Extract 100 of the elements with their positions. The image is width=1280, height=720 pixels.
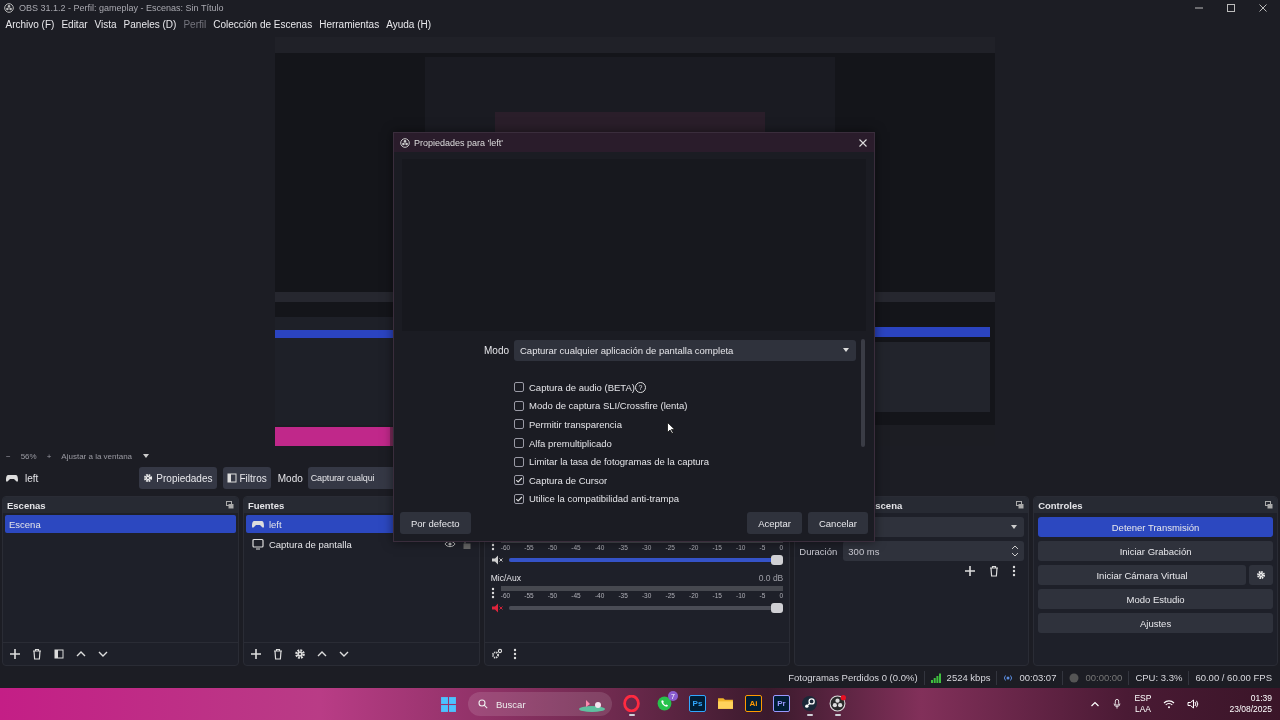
trash-icon[interactable] <box>31 648 43 660</box>
gear-icon <box>1256 570 1266 580</box>
clock[interactable]: 01:39 23/08/2025 <box>1229 693 1272 715</box>
checkbox-label: Permitir transparencia <box>529 419 622 430</box>
close-icon[interactable] <box>1258 3 1268 13</box>
scene-item[interactable]: Escena <box>5 515 236 533</box>
dock-title: scena <box>875 499 903 511</box>
checkbox-label: Captura de audio (BETA) <box>529 381 635 393</box>
dock-title: Fuentes <box>247 499 285 511</box>
opera-icon[interactable] <box>623 695 640 712</box>
spinner-arrows-icon[interactable] <box>1011 544 1020 558</box>
menu-item[interactable]: Herramientas <box>315 19 383 30</box>
menu-item[interactable]: Paneles (D) <box>120 19 180 30</box>
more-options-icon[interactable] <box>512 648 517 660</box>
caret-icon <box>1010 523 1019 531</box>
more-options-icon[interactable] <box>1012 565 1017 577</box>
checkbox-label: Captura de Cursor <box>529 474 608 486</box>
record-time: 00:00:00 <box>1085 672 1123 683</box>
checkbox[interactable] <box>514 419 524 430</box>
bitrate: 2524 kbps <box>946 672 991 683</box>
chevron-up-icon[interactable] <box>1090 699 1101 709</box>
filters-button[interactable]: Filtros <box>222 467 271 489</box>
caret-icon <box>842 346 850 354</box>
gamepad-icon <box>6 472 18 484</box>
checkbox[interactable] <box>514 382 524 393</box>
source-label: Captura de pantalla <box>268 538 352 550</box>
app-icon[interactable]: Ai <box>745 695 762 712</box>
search-field[interactable]: Buscar <box>468 692 612 716</box>
speaker-icon[interactable] <box>1187 698 1200 710</box>
maximize-icon[interactable] <box>1226 3 1236 13</box>
checkbox-label: Alfa premultiplicado <box>529 437 612 449</box>
menu-item[interactable]: Ayuda (H) <box>382 19 435 30</box>
zoom-level: 56% <box>20 451 37 461</box>
obs-icon[interactable] <box>829 695 846 712</box>
control-button[interactable]: Iniciar Grabación <box>1038 541 1273 561</box>
checkbox[interactable] <box>514 400 524 411</box>
zoom-in-button[interactable]: + <box>46 451 52 461</box>
wifi-icon[interactable] <box>1163 698 1176 710</box>
add-icon[interactable] <box>9 648 21 660</box>
menu-item[interactable]: Vista <box>91 19 121 30</box>
control-button[interactable]: Iniciar Cámara Virtual <box>1038 565 1246 585</box>
stream-time: 00:03:07 <box>1019 672 1057 683</box>
undock-icon[interactable] <box>225 501 234 509</box>
dock-title: Escenas <box>7 499 46 511</box>
volume-slider[interactable] <box>508 606 780 610</box>
microphone-icon[interactable] <box>1112 699 1123 709</box>
undock-icon[interactable] <box>1265 501 1273 509</box>
fit-to-window-option[interactable]: Ajustar a la ventana <box>61 451 133 461</box>
settings-button[interactable] <box>1249 565 1273 585</box>
accept-button[interactable]: Aceptar <box>747 512 802 534</box>
dropped-frames: Fotogramas Perdidos 0 (0.0%) <box>788 672 918 683</box>
checkbox[interactable] <box>514 456 524 467</box>
dialog-title: Propiedades para 'left' <box>414 137 503 148</box>
steam-icon[interactable] <box>801 695 818 712</box>
gears-icon[interactable] <box>490 648 503 660</box>
window-title: OBS 31.1.2 - Perfil: gameplay - Escenas: Sin Título <box>19 3 224 13</box>
mode-label: Modo <box>483 344 510 356</box>
speaker-icon[interactable] <box>490 555 503 565</box>
checkbox[interactable] <box>514 475 524 486</box>
source-item[interactable]: Captura de pantalla <box>245 535 477 553</box>
filter-icon[interactable] <box>53 648 65 660</box>
mouse-pointer-icon <box>667 422 675 434</box>
menu-item[interactable]: Colección de Escenas <box>209 19 316 30</box>
cancel-button[interactable]: Cancelar <box>807 512 868 534</box>
folder-icon[interactable] <box>717 695 734 712</box>
duration-field[interactable]: 300 ms <box>843 541 1025 561</box>
windows-start-icon[interactable] <box>440 695 457 713</box>
gamepad-icon <box>251 518 264 530</box>
duration-label: Duración <box>799 545 838 557</box>
app-icon[interactable]: Ps <box>689 695 706 712</box>
caret-icon[interactable] <box>142 452 151 460</box>
properties-button[interactable]: Propiedades <box>139 467 217 489</box>
record-icon <box>1069 672 1080 683</box>
volume-slider[interactable] <box>508 558 780 562</box>
more-options-icon[interactable] <box>490 586 495 599</box>
menu-item[interactable]: Editar <box>57 19 92 30</box>
add-icon[interactable] <box>964 565 977 577</box>
channel-reading: 0.0 dB <box>758 573 784 583</box>
add-icon[interactable] <box>249 648 262 660</box>
trash-icon[interactable] <box>988 565 1001 577</box>
cpu-usage: CPU: 3.3% <box>1135 672 1183 683</box>
checkbox[interactable] <box>514 493 524 504</box>
checkbox[interactable] <box>514 438 524 449</box>
app-icon[interactable]: Pr <box>773 695 790 712</box>
checkbox-label: Modo de captura SLI/Crossfire (lenta) <box>529 400 688 412</box>
zoom-out-button[interactable]: − <box>6 451 11 461</box>
control-button[interactable]: Ajustes <box>1038 613 1273 633</box>
trash-icon[interactable] <box>271 648 284 660</box>
frame-rate: 60.00 / 60.00 FPS <box>1195 672 1272 683</box>
language-indicator[interactable]: ESP LAA <box>1134 693 1152 715</box>
defaults-button[interactable]: Por defecto <box>400 512 471 534</box>
control-button[interactable]: Detener Transmisión <box>1038 517 1273 537</box>
menu-item[interactable]: Archivo (F) <box>2 19 58 30</box>
settings-icon[interactable] <box>293 648 306 660</box>
undock-icon[interactable] <box>1016 501 1025 509</box>
mode-dropdown[interactable]: Capturar cualquier aplicación de pantalla completa <box>514 339 856 361</box>
filter-icon <box>226 473 237 483</box>
close-icon[interactable] <box>858 137 868 148</box>
control-button[interactable]: Modo Estudio <box>1038 589 1273 609</box>
mode-label: Modo <box>277 472 303 484</box>
